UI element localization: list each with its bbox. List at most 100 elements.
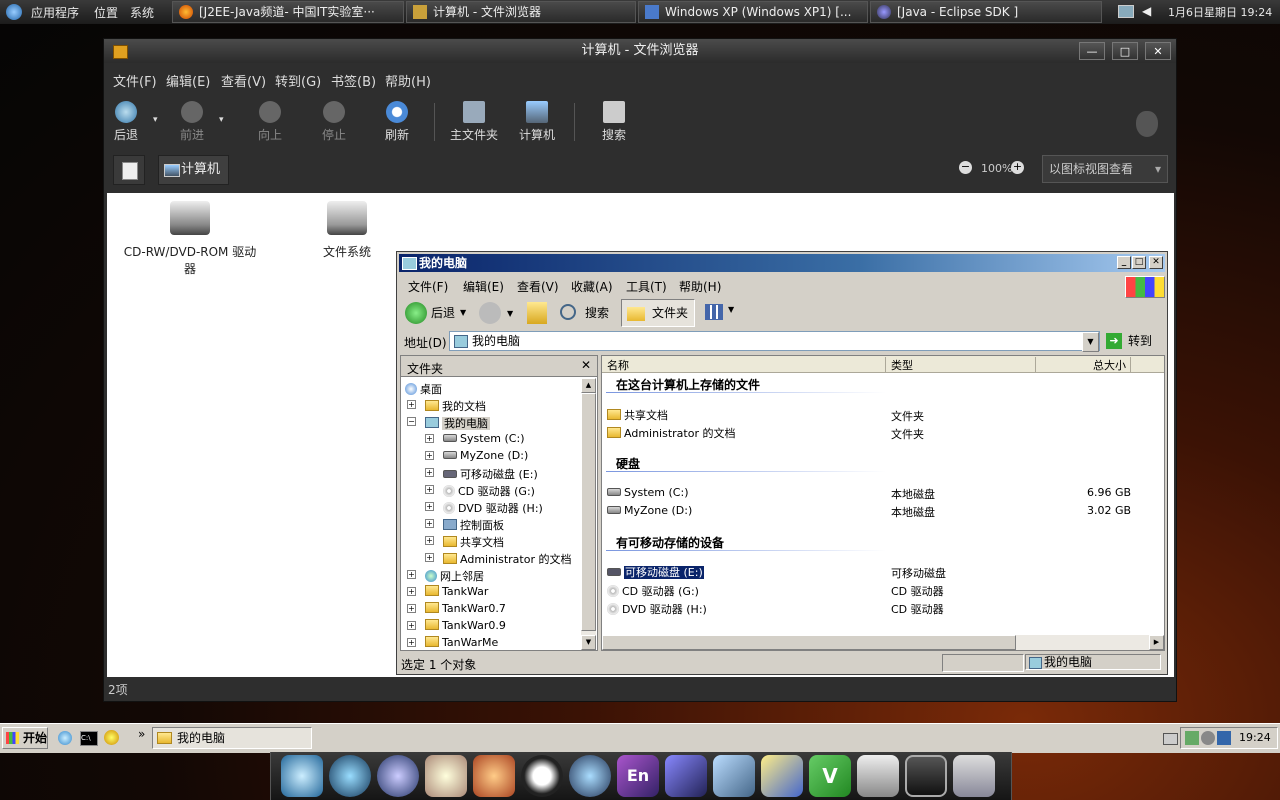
menu-tools[interactable]: 工具(T): [626, 278, 667, 295]
list-item-selected[interactable]: 可移动磁盘 (E:): [607, 564, 705, 580]
stop-button[interactable]: 停止: [306, 101, 362, 143]
tree-scrollbar[interactable]: ▲ ▼: [581, 378, 596, 650]
taskbar-button-firefox[interactable]: [J2EE-Java频道- 中国IT实验室···: [172, 1, 404, 23]
list-item[interactable]: MyZone (D:): [607, 504, 692, 517]
expand-icon[interactable]: +: [407, 587, 416, 596]
volume-icon[interactable]: ◀: [1142, 4, 1152, 18]
taskbar-button-my-computer[interactable]: 我的电脑: [152, 727, 312, 749]
tree-item[interactable]: 桌面: [405, 381, 442, 397]
scroll-right-icon[interactable]: ▶: [1149, 635, 1164, 650]
tree-item[interactable]: + TankWar: [407, 585, 488, 598]
desktop-icon[interactable]: [281, 755, 323, 797]
expand-icon[interactable]: +: [407, 400, 416, 409]
computer-button[interactable]: 计算机: [509, 101, 565, 143]
address-combobox[interactable]: 我的电脑 ▼: [449, 331, 1100, 352]
close-button[interactable]: ✕: [1149, 256, 1163, 269]
ie-icon[interactable]: [58, 731, 72, 745]
tray-clock[interactable]: 19:24: [1239, 731, 1271, 744]
forward-history-dropdown[interactable]: ▾: [219, 115, 224, 125]
cmd-icon[interactable]: C:\: [80, 731, 98, 746]
menu-edit[interactable]: 编辑(E): [463, 278, 504, 295]
list-item[interactable]: CD 驱动器 (G:): [607, 583, 699, 599]
menu-help[interactable]: 帮助(H): [679, 278, 721, 295]
chevron-right-icon[interactable]: »: [138, 727, 145, 741]
network-tray-icon[interactable]: [1185, 731, 1199, 745]
back-history-dropdown[interactable]: ▾: [153, 115, 158, 125]
column-name[interactable]: 名称: [607, 357, 886, 373]
back-button[interactable]: 后退: [98, 101, 154, 143]
view-mode-select[interactable]: 以图标视图查看 ▾: [1042, 155, 1168, 183]
menu-applications[interactable]: 应用程序: [31, 4, 79, 21]
tree-item[interactable]: + 我的文档: [407, 398, 486, 414]
column-type[interactable]: 类型: [891, 357, 1036, 373]
magic-wand-icon[interactable]: [713, 755, 755, 797]
tree-item[interactable]: + 网上邻居: [407, 568, 484, 584]
network-icon[interactable]: [1118, 5, 1134, 18]
printer-icon[interactable]: [857, 755, 899, 797]
menu-view[interactable]: 查看(V): [517, 278, 559, 295]
expand-icon[interactable]: +: [407, 570, 416, 579]
close-button[interactable]: ✕: [1145, 42, 1171, 60]
tree-item[interactable]: + TanWarMe: [407, 636, 498, 649]
tree-item[interactable]: + TankWar0.9: [407, 619, 506, 632]
zoom-out-icon[interactable]: −: [959, 161, 972, 174]
drive-item[interactable]: CD-RW/DVD-ROM 驱动器: [121, 201, 259, 277]
path-button-computer[interactable]: 计算机: [158, 155, 229, 185]
game-cube-icon[interactable]: [665, 755, 707, 797]
search-button[interactable]: 搜索: [586, 101, 642, 143]
folders-button[interactable]: 文件夹: [621, 299, 695, 327]
tree-item[interactable]: + 可移动磁盘 (E:): [425, 466, 538, 482]
expand-icon[interactable]: +: [425, 468, 434, 477]
scroll-down-icon[interactable]: ▼: [581, 635, 596, 650]
list-item[interactable]: DVD 驱动器 (H:): [607, 601, 707, 617]
expand-icon[interactable]: +: [407, 621, 416, 630]
rabbit-icon[interactable]: [425, 755, 467, 797]
taskbar-button-eclipse[interactable]: [Java - Eclipse SDK ]: [870, 1, 1102, 23]
views-button[interactable]: ▼: [703, 302, 739, 324]
orb-icon[interactable]: [329, 755, 371, 797]
tree-item[interactable]: + System (C:): [425, 432, 525, 445]
update-tray-icon[interactable]: [1217, 731, 1231, 745]
menu-system[interactable]: 系统: [130, 4, 154, 21]
close-icon[interactable]: ✕: [581, 358, 591, 372]
qq-penguin-icon[interactable]: [521, 755, 563, 797]
toggle-location-button[interactable]: [113, 155, 145, 185]
keyboard-icon[interactable]: [1163, 733, 1178, 745]
expand-icon[interactable]: +: [407, 638, 416, 647]
column-size[interactable]: 总大小: [1038, 357, 1131, 373]
up-folder-icon[interactable]: [527, 302, 547, 324]
thunderbird-icon[interactable]: [377, 755, 419, 797]
start-button[interactable]: 开始: [2, 727, 48, 749]
list-item[interactable]: 共享文档: [607, 407, 668, 423]
menu-favorites[interactable]: 收藏(A): [571, 278, 613, 295]
scroll-up-icon[interactable]: ▲: [581, 378, 596, 393]
search-button[interactable]: 搜索: [557, 301, 615, 325]
expand-icon[interactable]: +: [425, 502, 434, 511]
colosseum-icon[interactable]: [473, 755, 515, 797]
gnome-logo-icon[interactable]: [6, 4, 22, 20]
list-item[interactable]: System (C:): [607, 486, 689, 499]
taskbar-button-file-browser[interactable]: 计算机 - 文件浏览器: [406, 1, 636, 23]
scroll-thumb[interactable]: [581, 393, 596, 631]
vim-icon[interactable]: V: [809, 755, 851, 797]
list-item[interactable]: Administrator 的文档: [607, 425, 735, 441]
menu-file[interactable]: 文件(F): [113, 71, 157, 90]
expand-icon[interactable]: +: [425, 536, 434, 545]
menu-bookmarks[interactable]: 书签(B): [331, 71, 376, 90]
back-button[interactable]: 后退 ▼: [403, 301, 469, 325]
expand-icon[interactable]: +: [425, 485, 434, 494]
menu-go[interactable]: 转到(G): [275, 71, 321, 90]
panel-clock[interactable]: 1月6日星期日 19:24: [1168, 4, 1272, 20]
tree-item[interactable]: + DVD 驱动器 (H:): [425, 500, 543, 516]
expand-icon[interactable]: +: [425, 451, 434, 460]
terminal-icon[interactable]: [905, 755, 947, 797]
reload-button[interactable]: 刷新: [369, 101, 425, 143]
media-player-icon[interactable]: [104, 730, 119, 745]
menu-places[interactable]: 位置: [94, 4, 118, 21]
zoom-in-icon[interactable]: +: [1011, 161, 1024, 174]
drive-item[interactable]: 文件系统: [297, 201, 397, 260]
nautilus-titlebar[interactable]: 计算机 - 文件浏览器 — □ ✕: [104, 39, 1176, 63]
tree-item[interactable]: + CD 驱动器 (G:): [425, 483, 535, 499]
collapse-icon[interactable]: −: [407, 417, 416, 426]
tree-item[interactable]: + TankWar0.7: [407, 602, 506, 615]
